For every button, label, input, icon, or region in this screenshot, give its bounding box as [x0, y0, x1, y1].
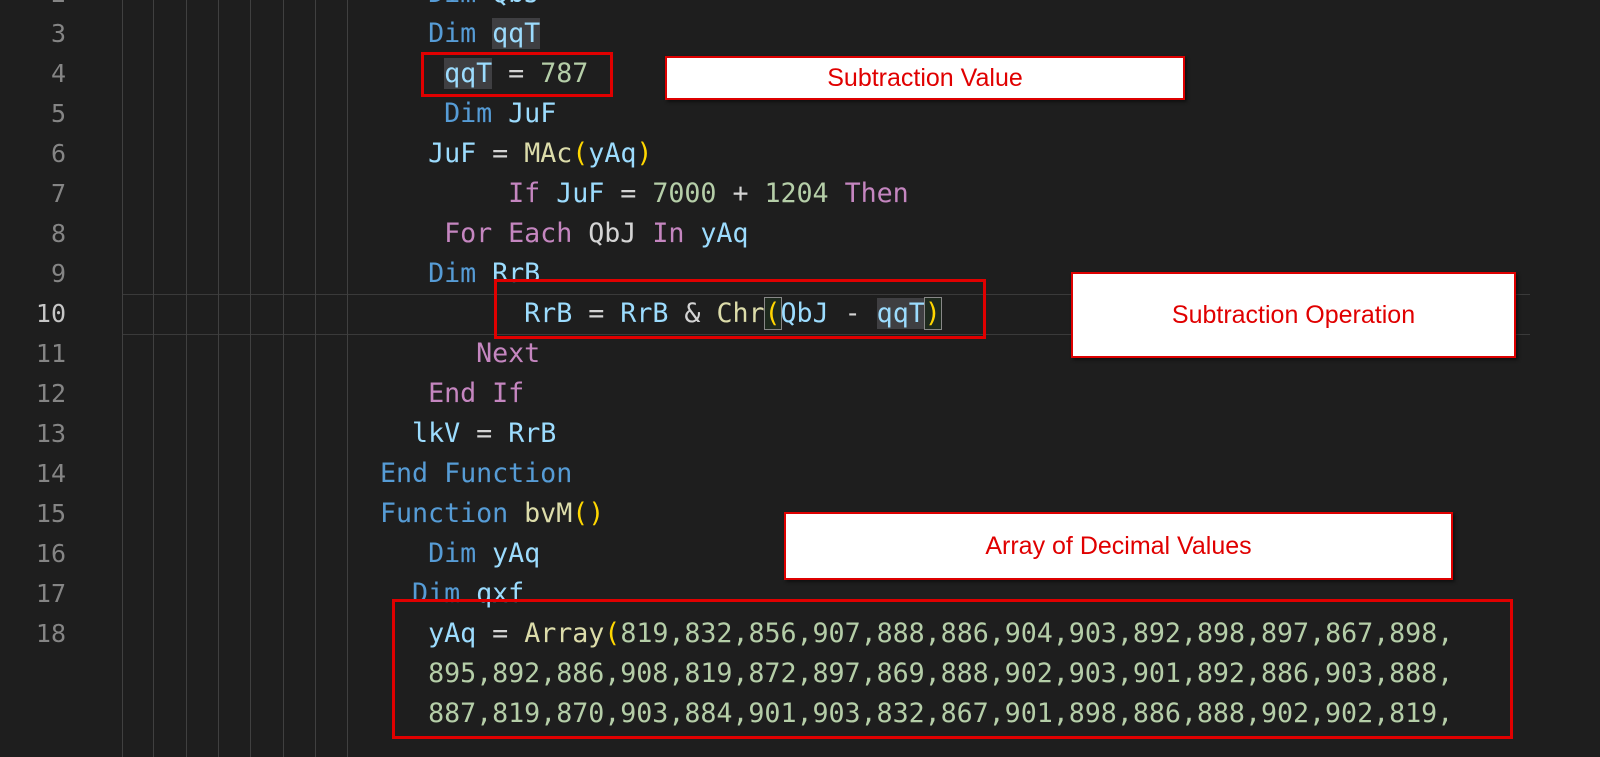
highlight-subtraction-value: [421, 52, 613, 97]
indent-guide: [283, 0, 284, 757]
code-token: lkV: [412, 418, 461, 449]
code-token: yAq: [588, 138, 637, 169]
indent-guide: [347, 0, 348, 757]
line-number: 3: [50, 19, 66, 48]
indent-guide: [218, 0, 219, 757]
code-token: Then: [844, 178, 909, 209]
line-number: 15: [35, 499, 66, 528]
highlight-subtraction-operation: [494, 279, 986, 339]
code-text: Dim qqT: [380, 14, 540, 54]
line-number: 18: [35, 619, 66, 648]
code-token: yAq: [492, 538, 541, 569]
code-text: JuF = MAc(yAq): [380, 134, 652, 174]
code-token: Dim: [428, 538, 493, 569]
line-number: 14: [35, 459, 66, 488]
line-number: 5: [50, 99, 66, 128]
code-token: qqT: [492, 18, 541, 49]
indent-guide: [315, 0, 316, 757]
code-token: End Function: [380, 458, 573, 489]
line-number: 4: [50, 59, 66, 88]
line-number: 6: [50, 139, 66, 168]
code-text: Next: [380, 334, 540, 374]
code-token: yAq: [700, 218, 749, 249]
code-text: Dim yAq: [380, 534, 540, 574]
code-token: 7000: [652, 178, 717, 209]
line-number: 10: [35, 299, 66, 328]
code-token: Function: [380, 498, 525, 529]
code-text: Dim JuF: [380, 94, 556, 134]
code-token: (): [572, 498, 605, 529]
line-number: 2: [0, 0, 66, 14]
code-token: Next: [476, 338, 541, 369]
line-number: 8: [50, 219, 66, 248]
line-number: 9: [50, 259, 66, 288]
indent-guide: [186, 0, 187, 757]
indent-guide: [250, 0, 251, 757]
line-number: 17: [35, 579, 66, 608]
line-number: 7: [50, 179, 66, 208]
code-token: (: [572, 138, 589, 169]
annotation-subtraction-operation: Subtraction Operation: [1071, 272, 1516, 358]
annotation-subtraction-value: Subtraction Value: [665, 56, 1185, 100]
code-token: Dim: [428, 258, 493, 289]
code-token: RrB: [508, 418, 557, 449]
line-number: 11: [35, 339, 66, 368]
code-text: End Function: [380, 454, 572, 494]
code-token: +: [732, 178, 765, 209]
line-number: 13: [35, 419, 66, 448]
code-text: Function bvM(): [380, 494, 604, 534]
code-token: Dim: [428, 18, 493, 49]
line-number: 16: [35, 539, 66, 568]
code-token: If: [508, 178, 557, 209]
code-token: =: [620, 178, 653, 209]
code-token: In: [652, 218, 701, 249]
code-token: 1204: [764, 178, 829, 209]
annotation-array-values: Array of Decimal Values: [784, 512, 1453, 580]
code-text: lkV = RrB: [380, 414, 556, 454]
code-token: End If: [428, 378, 525, 409]
code-text: End If: [380, 374, 524, 414]
indent-guide: [122, 0, 123, 757]
indent-guide: [153, 0, 154, 757]
highlight-array-values: [392, 599, 1513, 739]
code-text: For Each QbJ In yAq: [380, 214, 748, 254]
code-token: Dim: [428, 0, 492, 9]
code-token: JuF: [556, 178, 605, 209]
code-token: MAc: [524, 138, 573, 169]
code-token: ): [636, 138, 653, 169]
code-token: =: [492, 138, 525, 169]
code-token: =: [476, 418, 509, 449]
code-text: Dim QbJ: [380, 0, 540, 14]
code-token: Dim: [444, 98, 509, 129]
code-token: JuF: [428, 138, 477, 169]
code-token: JuF: [508, 98, 557, 129]
code-text: If JuF = 7000 + 1204 Then: [380, 174, 909, 214]
line-number: 12: [35, 379, 66, 408]
code-token: For Each: [444, 218, 589, 249]
code-token: bvM: [524, 498, 573, 529]
code-token: QbJ: [492, 0, 540, 9]
code-token: QbJ: [588, 218, 637, 249]
